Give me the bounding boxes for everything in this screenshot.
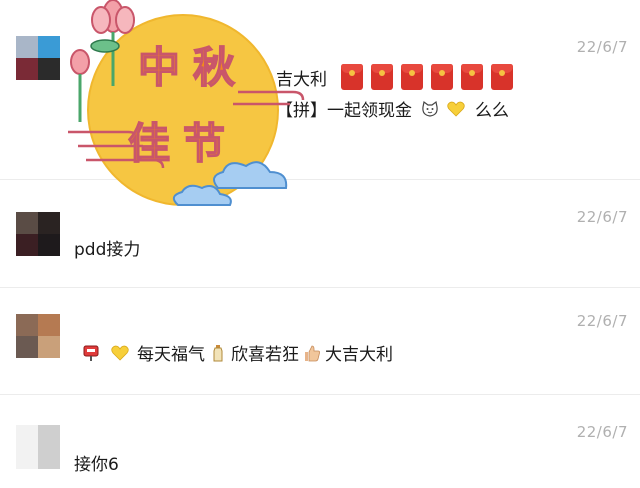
comment-row-2: 22/6/7 pdd接力 — [0, 180, 640, 288]
comment-text: 每天福气 — [137, 345, 205, 365]
comment-time: 22/6/7 — [576, 423, 628, 441]
milk-bottle-icon — [213, 344, 223, 361]
sticker-char: 中 — [138, 43, 180, 92]
comment-text: 大吉大利 — [325, 345, 393, 365]
avatar[interactable] — [16, 314, 60, 358]
comment-row-3: 22/6/7 每天福气 欣喜若狂 大吉大利 — [0, 288, 640, 395]
comment-time: 22/6/7 — [576, 208, 628, 226]
avatar[interactable] — [16, 36, 60, 80]
comment-text: 么么 — [475, 101, 509, 121]
comment-text: pdd接力 — [74, 240, 141, 260]
yellow-heart-icon — [111, 345, 129, 361]
avatar[interactable] — [16, 212, 60, 256]
sticker-char: 节 — [183, 119, 225, 168]
red-packet-icon — [431, 64, 453, 90]
red-packet-icon — [461, 64, 483, 90]
comment-text-line: 每天福气 欣喜若狂 大吉大利 — [78, 340, 393, 365]
sticker-char: 秋 — [193, 43, 235, 92]
comment-text-line-1: 吉大利 — [276, 64, 517, 90]
thumbs-up-icon — [305, 345, 320, 361]
red-packet-icon — [341, 64, 363, 90]
avatar[interactable] — [16, 425, 60, 469]
comment-time: 22/6/7 — [576, 38, 628, 56]
yellow-heart-icon — [447, 101, 465, 117]
mailbox-icon — [83, 345, 99, 361]
red-packet-icon — [491, 64, 513, 90]
comment-row-1: 22/6/7 吉大利 【拼】一起领现金 么么 中 秋 佳 节 — [0, 0, 640, 206]
comment-time: 22/6/7 — [576, 312, 628, 330]
lotus-bud-icon — [70, 49, 90, 122]
comment-text: 欣喜若狂 — [231, 345, 299, 365]
cat-face-icon — [422, 100, 438, 117]
comment-text-line-2: 【拼】一起领现金 么么 — [276, 96, 509, 121]
red-packet-icon — [401, 64, 423, 90]
sticker-char: 佳 — [128, 119, 170, 168]
comment-text: 接你6 — [74, 455, 119, 475]
red-packet-icon — [371, 64, 393, 90]
comment-row-4: 22/6/7 接你6 — [0, 395, 640, 488]
